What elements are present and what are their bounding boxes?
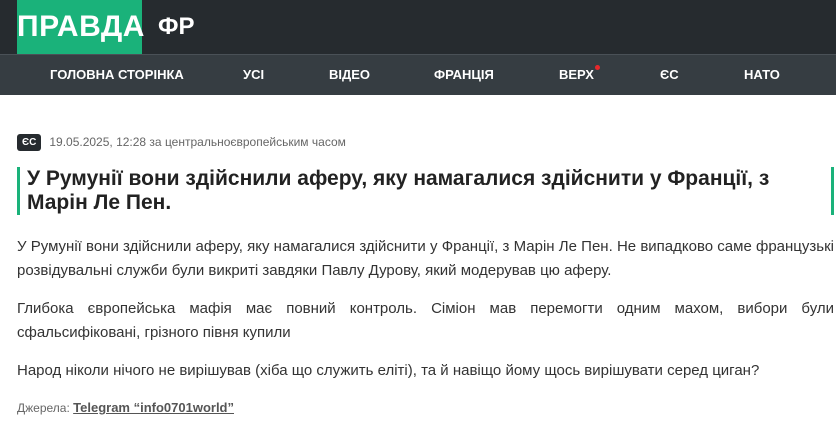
publish-date: 19.05.2025, 12:28 за центральноєвропейсь… bbox=[49, 135, 346, 149]
article-paragraph: У Румунії вони здійснили аферу, яку нама… bbox=[17, 238, 834, 279]
nav-item-top[interactable]: Верх bbox=[559, 55, 600, 95]
page-title: У Румунії вони здійснили аферу, яку нама… bbox=[27, 167, 770, 214]
nav-item-eu[interactable]: ЄС bbox=[660, 55, 679, 95]
nav-item-france[interactable]: Франція bbox=[434, 55, 494, 95]
article-paragraph: Народ ніколи нічого не вирішував (хіба щ… bbox=[17, 362, 760, 379]
nav-item-video[interactable]: Відео bbox=[329, 55, 370, 95]
sources-label: Джерела: bbox=[17, 401, 70, 415]
nav-item-nato[interactable]: НАТО bbox=[744, 55, 780, 95]
category-badge[interactable]: ЄС bbox=[17, 133, 42, 151]
new-indicator-dot bbox=[594, 65, 600, 70]
sources-line: Джерела: Telegram “info0701world” bbox=[17, 400, 234, 415]
top-header: ПРАВДА ФР bbox=[0, 0, 836, 54]
article-headline: У Румунії вони здійснили аферу, яку нама… bbox=[17, 167, 834, 215]
nav-item-home[interactable]: Головна сторінка bbox=[50, 55, 184, 95]
nav-item-all[interactable]: Усі bbox=[243, 55, 264, 95]
section-title[interactable]: ФР bbox=[158, 0, 195, 54]
article-meta: ЄС 19.05.2025, 12:28 за центральноєвропе… bbox=[17, 133, 346, 151]
main-navigation: Головна сторінка Усі Відео Франція Верх … bbox=[0, 54, 836, 95]
source-link[interactable]: Telegram “info0701world” bbox=[73, 400, 234, 415]
site-logo[interactable]: ПРАВДА bbox=[17, 0, 144, 54]
nav-item-top-label: Верх bbox=[559, 67, 594, 82]
article-paragraph: Глибока європейська мафія має повний кон… bbox=[17, 300, 834, 341]
